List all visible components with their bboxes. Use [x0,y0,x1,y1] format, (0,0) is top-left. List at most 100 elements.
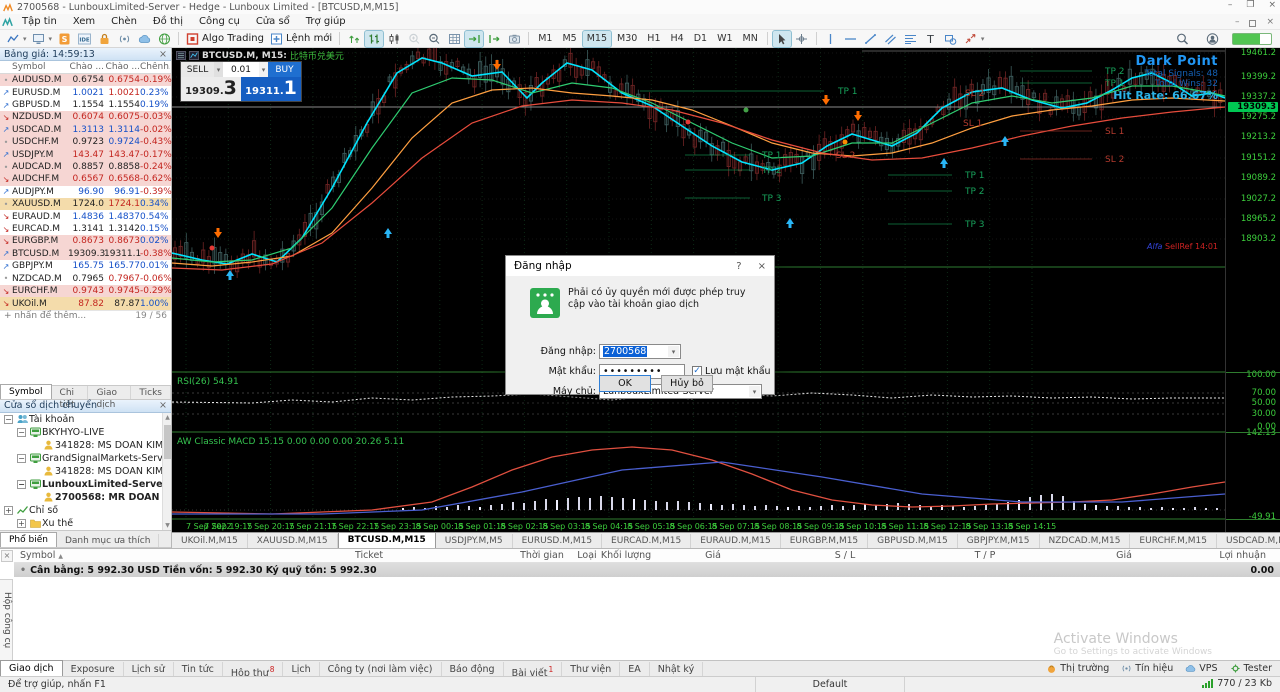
channel-button[interactable] [882,31,900,47]
market-watch-row[interactable]: •XAUUSD.M1724.01724.10.34% [0,198,171,210]
chart-tab-xauusd-m-m15[interactable]: XAUUSD.M,M15 [248,534,338,548]
sell-dropdown-icon[interactable]: ▾ [214,62,223,77]
collapse-icon[interactable]: − [17,480,26,489]
menu-item-0[interactable]: Tập tin [14,14,65,30]
market-watch-row[interactable]: •AUDCAD.M0.88570.8858-0.24% [0,161,171,173]
market-watch-row[interactable]: ↘NZDUSD.M0.60740.6075-0.03% [0,111,171,123]
profile-button[interactable] [1203,31,1221,47]
close-icon[interactable]: × [1268,0,1276,10]
tree-item-6[interactable]: 2700568: MR DOAN CAT KI [0,491,171,504]
chart-tab-nzdcad-m-m15[interactable]: NZDCAD.M,M15 [1040,534,1131,548]
toolbox-tab-th-vi-n[interactable]: Thư viện [562,662,620,676]
scroll-up-icon[interactable]: ▲ [163,413,172,422]
shortcut-tester[interactable]: Tester [1230,663,1272,674]
toolbox-tab-tin-t-c[interactable]: Tin tức [174,662,223,676]
toolbox-tab-l-ch[interactable]: Lịch [283,662,319,676]
tree-item-1[interactable]: −BKYHYO-LIVE [0,426,171,439]
tab-symbol[interactable]: Symbol [0,384,52,399]
dialog-close-icon[interactable]: × [758,261,766,272]
vertical-line-button[interactable] [822,31,840,47]
collapse-icon[interactable]: − [4,415,13,424]
trendline-button[interactable] [862,31,880,47]
chart-tab-btcusd-m-m15[interactable]: BTCUSD.M,M15 [338,532,436,548]
timeframe-m15[interactable]: M15 [583,31,611,47]
price-axis[interactable]: 19461.219399.219337.219275.219213.219151… [1225,48,1280,532]
login-dropdown-icon[interactable]: ▾ [668,346,679,357]
buy-button[interactable]: BUY [268,62,301,77]
cancel-button[interactable]: Hủy bỏ [661,375,713,392]
monitor-button[interactable] [30,31,48,47]
market-watch-row[interactable]: ↘AUDCHF.M0.65670.6568-0.62% [0,173,171,185]
column-header-4[interactable]: Chênh... [140,62,170,72]
toolbox-tab-ea[interactable]: EA [620,662,650,676]
cursor-button[interactable] [773,31,791,47]
shapes-button[interactable] [942,31,960,47]
chart-tab-gbpusd-m-m15[interactable]: GBPUSD.M,M15 [868,534,958,548]
expand-icon[interactable]: + [17,519,26,528]
toolbox-tab-exposure[interactable]: Exposure [63,662,124,676]
market-watch-row[interactable]: ↗BTCUSD.M19309.319311.1-0.38% [0,248,171,260]
scrollbar-thumb[interactable] [164,425,171,459]
menu-item-1[interactable]: Xem [65,14,103,30]
arrows-tool-button[interactable] [962,31,980,47]
toolbox-tab-b-i-vi-t[interactable]: Bài viết1 [504,662,563,676]
market-watch-row[interactable]: ↘EURGBP.M0.86730.86730.02% [0,235,171,247]
depth-of-market-icon[interactable] [176,51,186,60]
timeframe-mn[interactable]: MN [739,31,762,47]
camera-button[interactable] [505,31,523,47]
chart-tab-usdcad-m-m15[interactable]: USDCAD.M,M15 [1217,534,1280,548]
dialog-help-icon[interactable]: ? [736,261,741,272]
chart-shift-icon[interactable] [189,51,199,60]
timeframe-m1[interactable]: M1 [534,31,556,47]
toolbox-column-7[interactable]: T / P [925,550,1045,561]
bar-chart-button[interactable] [365,31,383,47]
market-watch-row[interactable]: ↘EURCAD.M1.31411.31420.15% [0,223,171,235]
new-order-button[interactable]: Lệnh mới [268,31,334,47]
tree-item-2[interactable]: 341828: MS DOAN KIM CAT I [0,439,171,452]
toolbox-column-0[interactable]: Symbol▲ [20,550,63,561]
menu-item-4[interactable]: Công cụ [191,14,248,30]
market-watch-row[interactable]: ↗EURUSD.M1.00211.00210.23% [0,86,171,98]
chart-tab-ukoil-m-m15[interactable]: UKOil.M,M15 [172,534,248,548]
child-close-icon[interactable]: × [1266,17,1274,27]
market-watch-row[interactable]: ↘EURAUD.M1.48361.48370.54% [0,210,171,222]
toolbox-tab-b-o-ng[interactable]: Báo động [442,662,504,676]
zoom-in-button[interactable] [405,31,423,47]
sell-button[interactable]: SELL [181,62,214,77]
minimize-icon[interactable]: – [1228,0,1233,10]
sell-price-button[interactable]: 19309. 3 [181,77,241,101]
timeframe-d1[interactable]: D1 [690,31,711,47]
column-header-1[interactable]: Symbol [12,62,68,72]
candle-chart-button[interactable] [385,31,403,47]
column-header-2[interactable]: Chào ... [68,62,104,72]
chart-tab-euraud-m-m15[interactable]: EURAUD.M,M15 [691,534,781,548]
toolbox-column-1[interactable]: Ticket [309,550,429,561]
shortcut-th-tr-ng[interactable]: Thị trường [1046,663,1109,674]
tree-item-4[interactable]: 341828: MS DOAN KIM CAT I [0,465,171,478]
scroll-down-icon[interactable]: ▼ [163,521,172,530]
chart-tab-eurusd-m-m15[interactable]: EURUSD.M,M15 [513,534,602,548]
collapse-icon[interactable]: − [17,454,26,463]
tab-phổ-biến[interactable]: Phổ biến [0,532,57,547]
market-watch-row[interactable]: ↗GBPUSD.M1.15541.15540.19% [0,99,171,111]
menu-item-2[interactable]: Chèn [103,14,145,30]
add-symbol-button[interactable]: + nhấn để thêm... [4,311,86,322]
volume-input[interactable]: 0.01 [223,62,259,77]
fibonacci-button[interactable] [902,31,920,47]
timeframe-m30[interactable]: M30 [613,31,641,47]
toolbox-tab-nh-t-k-[interactable]: Nhật ký [650,662,703,676]
child-minimize-icon[interactable]: – [1235,17,1240,27]
horizontal-line-button[interactable] [842,31,860,47]
volume-dropdown-icon[interactable]: ▾ [259,62,268,77]
tab-giao-dịch[interactable]: Giao dịch [88,386,131,399]
market-watch-row[interactable]: •AUDUSD.M0.67540.6754-0.19% [0,74,171,86]
timeframe-h4[interactable]: H4 [667,31,688,47]
toolbox-side-tab[interactable]: Hộp công cụ [0,579,13,661]
menu-item-5[interactable]: Cửa sổ [248,14,298,30]
market-watch-row[interactable]: ↘EURCHF.M0.97430.9745-0.29% [0,285,171,297]
tick-chart-button[interactable] [345,31,363,47]
login-input[interactable]: 2700568 ▾ [599,344,681,359]
strategy-button[interactable]: S [55,31,73,47]
toolbox-tab-giao-d-ch[interactable]: Giao dịch [0,660,63,676]
dropdown-icon[interactable]: ▾ [23,35,27,43]
